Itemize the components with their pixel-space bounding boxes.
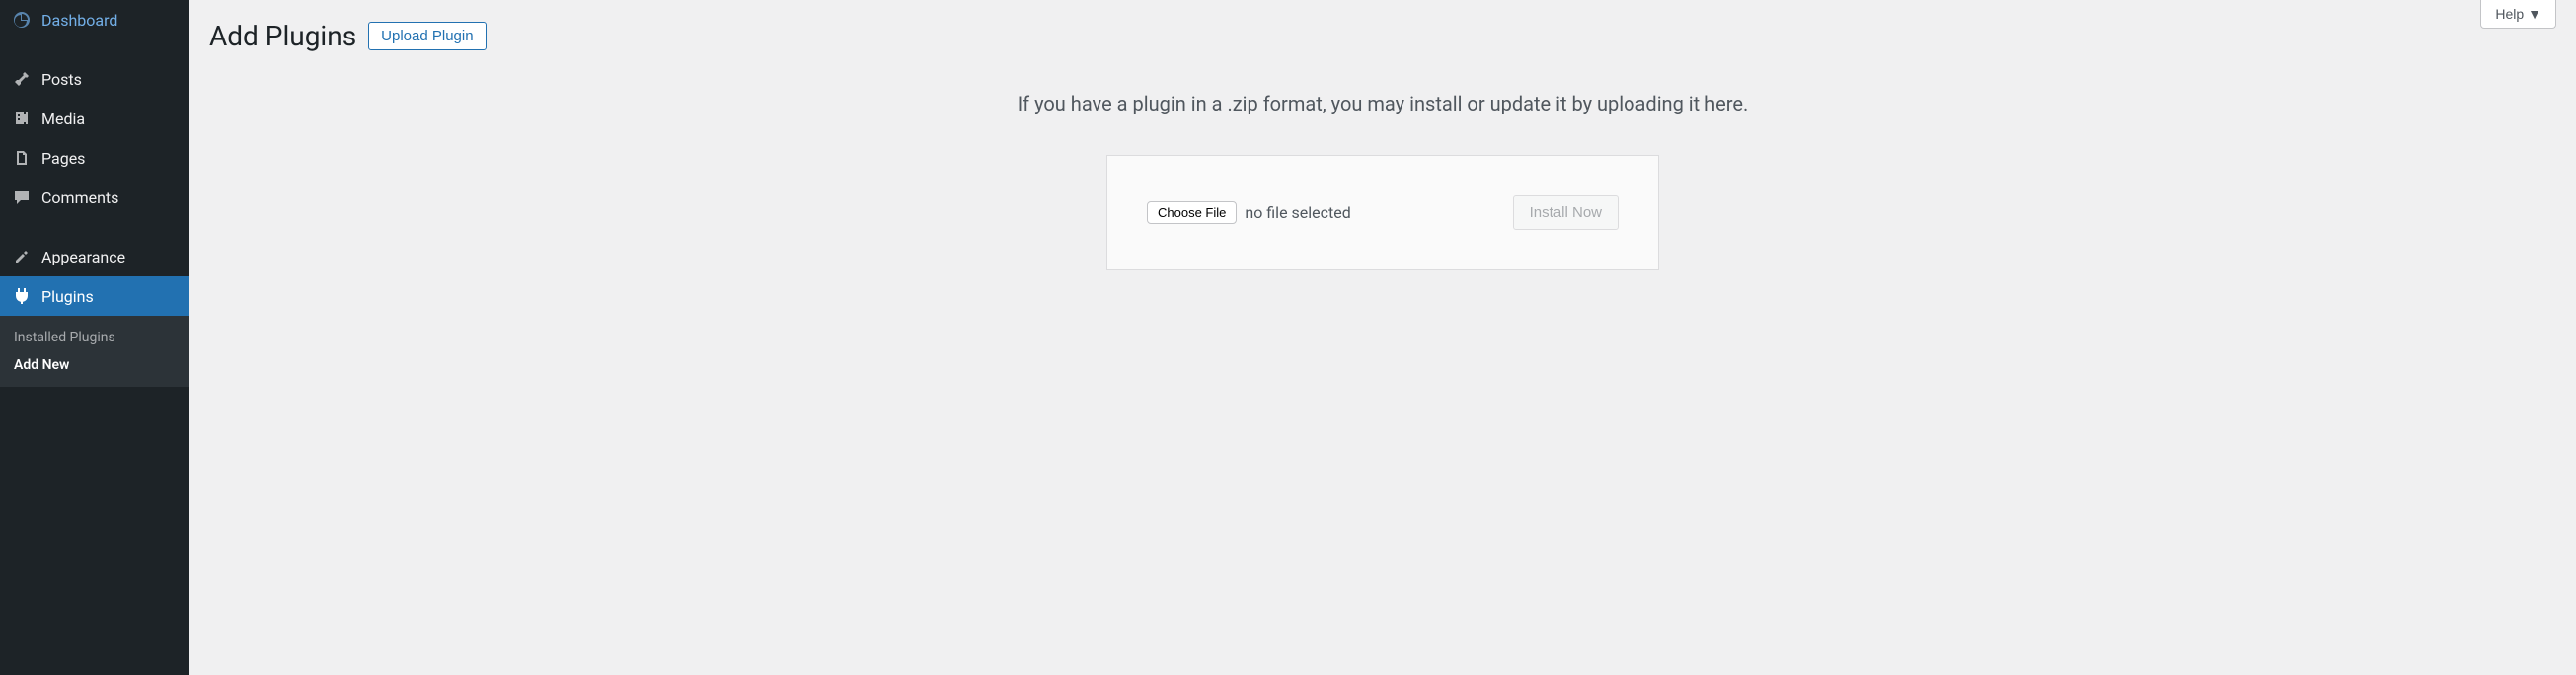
sidebar-item-label: Comments — [41, 188, 118, 207]
sidebar-item-label: Pages — [41, 149, 85, 168]
file-status: no file selected — [1245, 203, 1350, 222]
sidebar-item-media[interactable]: Media — [0, 99, 189, 138]
upload-description: If you have a plugin in a .zip format, y… — [209, 92, 2556, 115]
file-input-group: Choose File no file selected — [1147, 201, 1351, 224]
choose-file-button[interactable]: Choose File — [1147, 201, 1237, 224]
admin-sidebar: Dashboard Posts Media Pages Comments App… — [0, 0, 189, 675]
sidebar-item-comments[interactable]: Comments — [0, 178, 189, 217]
sidebar-item-pages[interactable]: Pages — [0, 138, 189, 178]
appearance-icon — [12, 247, 32, 266]
sidebar-item-dashboard[interactable]: Dashboard — [0, 0, 189, 39]
sidebar-item-label: Plugins — [41, 287, 94, 306]
comments-icon — [12, 188, 32, 207]
submenu-add-new[interactable]: Add New — [0, 351, 189, 379]
sidebar-item-label: Media — [41, 110, 85, 128]
dashboard-icon — [12, 10, 32, 30]
pages-icon — [12, 148, 32, 168]
submenu-installed-plugins[interactable]: Installed Plugins — [0, 324, 189, 351]
install-now-button[interactable]: Install Now — [1513, 195, 1619, 230]
media-icon — [12, 109, 32, 128]
pin-icon — [12, 69, 32, 89]
page-header: Add Plugins Upload Plugin — [209, 20, 2556, 52]
upload-box: Choose File no file selected Install Now — [1106, 155, 1659, 270]
sidebar-item-label: Posts — [41, 70, 82, 89]
sidebar-item-label: Dashboard — [41, 11, 117, 30]
plugins-icon — [12, 286, 32, 306]
page-title: Add Plugins — [209, 20, 356, 52]
chevron-down-icon: ▼ — [2528, 6, 2541, 22]
sidebar-item-posts[interactable]: Posts — [0, 59, 189, 99]
upload-plugin-button[interactable]: Upload Plugin — [368, 22, 486, 50]
sidebar-item-plugins[interactable]: Plugins — [0, 276, 189, 316]
upload-section: If you have a plugin in a .zip format, y… — [209, 92, 2556, 270]
help-label: Help — [2495, 6, 2524, 22]
main-content: Help ▼ Add Plugins Upload Plugin If you … — [189, 0, 2576, 675]
sidebar-item-appearance[interactable]: Appearance — [0, 237, 189, 276]
help-button[interactable]: Help ▼ — [2480, 0, 2556, 29]
sidebar-item-label: Appearance — [41, 248, 125, 266]
plugins-submenu: Installed Plugins Add New — [0, 316, 189, 387]
